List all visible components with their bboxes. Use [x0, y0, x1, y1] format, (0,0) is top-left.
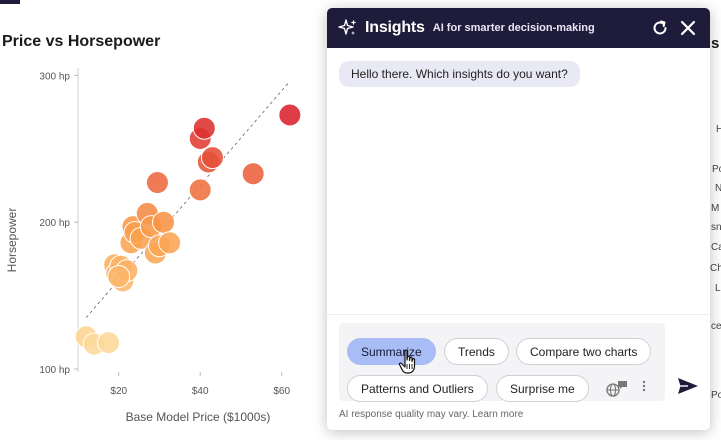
bg-label-fragment: Po [711, 390, 721, 401]
suggestion-chip-area: Summarize Trends Compare two charts Patt… [339, 323, 665, 402]
send-icon [678, 378, 698, 394]
chip-surprise-me[interactable]: Surprise me [496, 375, 589, 402]
message-area[interactable]: Hello there. Which insights do you want? [327, 48, 710, 304]
chip-compare-two-charts[interactable]: Compare two charts [516, 338, 652, 365]
bg-label-fragment: sn [711, 222, 721, 233]
globe-chat-icon [606, 381, 627, 397]
disclaimer-text: AI response quality may vary. Learn more [339, 409, 524, 420]
app-root: Price vs Horsepower 100 hp 200 hp 300 hp $2… [0, 0, 721, 440]
data-point [278, 103, 302, 127]
sparkle-icon [337, 17, 359, 39]
insights-panel: Insights AI for smarter decision-making … [327, 8, 710, 430]
data-point [200, 146, 224, 170]
close-icon [680, 20, 696, 36]
y-tick-label: 300 hp [39, 71, 70, 82]
input-divider [327, 314, 710, 315]
bg-label-fragment: N [715, 183, 721, 194]
refresh-icon [653, 20, 667, 35]
data-point [241, 162, 265, 186]
chip-summarize[interactable]: Summarize [347, 338, 436, 365]
bg-label-fragment: Ch [710, 263, 721, 274]
close-button[interactable] [676, 16, 700, 40]
y-tick-label: 100 hp [39, 365, 70, 376]
send-button[interactable] [676, 374, 700, 398]
panel-header: Insights AI for smarter decision-making [327, 8, 710, 48]
chart-title: Price vs Horsepower [2, 33, 161, 50]
bg-title-fragment: s [711, 35, 720, 52]
assistant-message-bubble: Hello there. Which insights do you want? [339, 61, 580, 87]
bg-label-fragment: ce [711, 321, 721, 332]
data-point [192, 116, 216, 140]
chip-trends[interactable]: Trends [444, 338, 509, 365]
data-point [107, 265, 131, 289]
kebab-icon [642, 380, 646, 392]
panel-subtitle: AI for smarter decision-making [432, 22, 595, 34]
x-tick-label: $60 [273, 386, 290, 397]
x-tick-label: $20 [110, 386, 127, 397]
window-tab-sliver [0, 0, 20, 4]
data-point [97, 331, 121, 355]
chip-patterns-and-outliers[interactable]: Patterns and Outliers [347, 375, 488, 402]
scatter-chart: 100 hp 200 hp 300 hp $20 $40 $60 Base Model Pr… [5, 68, 302, 424]
panel-title: Insights [365, 19, 425, 36]
bg-label-fragment: L [715, 283, 721, 294]
x-tick-label: $40 [192, 386, 209, 397]
data-point [152, 210, 176, 234]
data-point [158, 231, 182, 255]
y-tick-label: 200 hp [39, 218, 70, 229]
bg-label-fragment: Po [712, 164, 721, 175]
x-axis-label: Base Model Price ($1000s) [126, 410, 271, 424]
bg-label-fragment: M [711, 203, 720, 214]
bg-label-fragment: Ca [711, 242, 721, 253]
data-point [188, 178, 212, 202]
language-button[interactable] [604, 378, 630, 400]
data-point [145, 171, 169, 195]
y-axis-label: Horsepower [5, 208, 19, 273]
refresh-button[interactable] [648, 16, 672, 40]
more-options-button[interactable] [641, 379, 647, 396]
bg-label-fragment: H [716, 124, 721, 135]
